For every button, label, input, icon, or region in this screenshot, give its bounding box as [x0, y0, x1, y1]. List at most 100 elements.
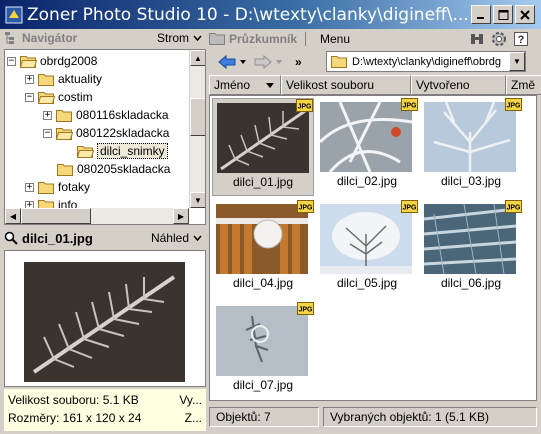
sort-down-icon — [266, 82, 274, 88]
tree-item-label: costim — [58, 90, 93, 104]
scroll-thumb[interactable] — [21, 208, 91, 224]
tree-item-obrdg2008[interactable]: − obrdg2008 — [7, 52, 97, 70]
folder-icon — [38, 181, 54, 194]
tree-item-label: fotaky — [58, 180, 91, 194]
thumbnail-item[interactable]: JPG dilci_05.jpg — [316, 200, 418, 298]
column-header-size[interactable]: Velikost souboru — [281, 75, 411, 95]
back-arrow-icon[interactable] — [217, 54, 237, 70]
minimize-icon — [477, 16, 484, 19]
app-icon — [5, 6, 23, 23]
thumbnail-item[interactable]: JPG dilci_03.jpg — [420, 98, 522, 196]
forward-arrow-icon[interactable] — [253, 54, 273, 70]
preview-mode-menu[interactable]: Náhled — [151, 231, 202, 245]
column-header-name[interactable]: Jméno — [209, 75, 281, 95]
chevron-down-icon[interactable] — [239, 59, 247, 65]
column-header-modified[interactable]: Změ — [506, 75, 541, 95]
navigation-toolbar: » D:\wtexty\clanky\digineff\obrdg ▼ — [209, 50, 541, 74]
scroll-down-button[interactable]: ▼ — [190, 192, 205, 208]
column-headers: Jméno Velikost souboru Vytvořeno Změ — [209, 75, 541, 95]
thumbnail-image — [216, 306, 308, 376]
thumbnail-item[interactable]: JPG dilci_01.jpg — [212, 98, 314, 196]
svg-text:JPG: JPG — [402, 205, 417, 212]
explorer-menu-button[interactable]: Menu — [320, 32, 350, 46]
tree-item-aktuality[interactable]: + aktuality — [25, 70, 102, 88]
preview-header: dilci_01.jpg Náhled — [4, 228, 206, 248]
preview-pane — [4, 250, 206, 387]
folder-tree[interactable]: − obrdg2008 + aktuality − costim + 08011… — [4, 49, 206, 225]
explorer-title: Průzkumník — [229, 32, 298, 46]
thumbnail-image — [320, 204, 412, 274]
thumbnail-caption: dilci_04.jpg — [232, 276, 294, 290]
explorer-icon — [209, 33, 225, 45]
thumbnail-item[interactable]: JPG dilci_02.jpg — [316, 98, 418, 196]
close-button[interactable] — [515, 5, 535, 24]
thumbnail-grid[interactable]: JPG dilci_01.jpg JPG dilci_02.jpg JPG di… — [209, 95, 537, 401]
tree-item-label: 080122skladacka — [76, 126, 170, 140]
thumbnail-image — [216, 204, 308, 274]
jpg-badge-icon: JPG — [296, 99, 313, 112]
more-chevron-icon[interactable]: » — [295, 55, 302, 69]
info-extra-2: Z... — [184, 411, 202, 425]
folder-icon — [57, 163, 73, 176]
thumbnail-item[interactable]: JPG dilci_07.jpg — [212, 302, 314, 400]
tree-item-costim[interactable]: − costim — [25, 88, 93, 106]
tree-item-dilci-snimky[interactable]: dilci_snimky — [77, 142, 168, 160]
collapse-toggle[interactable]: − — [43, 128, 52, 138]
thumbnail-item[interactable]: JPG dilci_06.jpg — [420, 200, 522, 298]
expand-toggle[interactable]: + — [43, 110, 52, 120]
expand-toggle[interactable]: + — [25, 74, 34, 84]
preview-mode-label: Náhled — [150, 231, 189, 245]
tree-horizontal-scrollbar[interactable]: ◀ ▶ — [5, 208, 189, 224]
jpg-badge-icon: JPG — [401, 98, 418, 111]
folder-icon — [56, 109, 72, 122]
minimize-button[interactable] — [471, 5, 491, 24]
address-dropdown-button[interactable]: ▼ — [509, 52, 525, 71]
svg-text:JPG: JPG — [298, 205, 313, 212]
info-dimensions: Rozměry: 161 x 120 x 24 — [8, 411, 142, 425]
scroll-up-button[interactable]: ▲ — [190, 50, 205, 66]
thumbnail-image — [424, 204, 516, 274]
scroll-thumb[interactable] — [190, 98, 205, 136]
gear-icon[interactable] — [491, 31, 507, 47]
tree-vertical-scrollbar[interactable]: ▲ ▼ — [189, 50, 205, 208]
jpg-badge-icon: JPG — [505, 98, 522, 111]
address-bar[interactable]: D:\wtexty\clanky\digineff\obrdg ▼ — [326, 51, 526, 72]
column-header-created[interactable]: Vytvořeno — [411, 75, 506, 95]
folder-open-icon — [77, 145, 94, 158]
collapse-toggle[interactable]: − — [7, 56, 16, 66]
help-icon[interactable]: ? — [513, 31, 529, 47]
navigator-title: Navigátor — [22, 31, 78, 45]
jpg-badge-icon: JPG — [297, 200, 314, 213]
expand-toggle[interactable]: + — [25, 182, 34, 192]
tree-item-label: 080116skladacka — [76, 108, 169, 122]
scroll-right-button[interactable]: ▶ — [173, 208, 189, 224]
svg-text:JPG: JPG — [506, 205, 521, 212]
thumbnail-image — [320, 102, 412, 172]
thumbnail-caption: dilci_07.jpg — [232, 378, 294, 392]
svg-text:JPG: JPG — [506, 103, 521, 110]
chevron-down-icon[interactable] — [275, 59, 283, 65]
svg-text:JPG: JPG — [298, 307, 313, 314]
tree-item-label: obrdg2008 — [40, 54, 98, 68]
tree-item-080122skladacka[interactable]: − 080122skladacka — [43, 124, 169, 142]
scroll-left-button[interactable]: ◀ — [5, 208, 21, 224]
tree-item-080205skladacka[interactable]: 080205skladacka — [57, 160, 170, 178]
maximize-button[interactable] — [493, 5, 513, 24]
navigator-view-label: Strom — [156, 31, 189, 45]
collapse-toggle[interactable]: − — [25, 92, 34, 102]
explorer-header: Průzkumník Menu ? — [209, 29, 541, 49]
thumbnail-caption: dilci_03.jpg — [440, 174, 502, 188]
navigator-view-menu[interactable]: Strom — [157, 31, 202, 45]
thumbnail-caption: dilci_01.jpg — [232, 175, 294, 189]
tree-item-fotaky[interactable]: + fotaky — [25, 178, 90, 196]
thumbnail-item[interactable]: JPG dilci_04.jpg — [212, 200, 314, 298]
tree-item-080116skladacka[interactable]: + 080116skladacka — [43, 106, 169, 124]
navigator-icon — [5, 32, 14, 44]
chevron-down-icon — [193, 35, 202, 41]
svg-text:JPG: JPG — [297, 104, 312, 111]
thumbnail-caption: dilci_06.jpg — [440, 276, 502, 290]
svg-text:JPG: JPG — [402, 103, 417, 110]
binoculars-icon[interactable] — [469, 31, 485, 47]
preview-filename: dilci_01.jpg — [22, 230, 93, 246]
magnifier-icon — [4, 231, 18, 245]
